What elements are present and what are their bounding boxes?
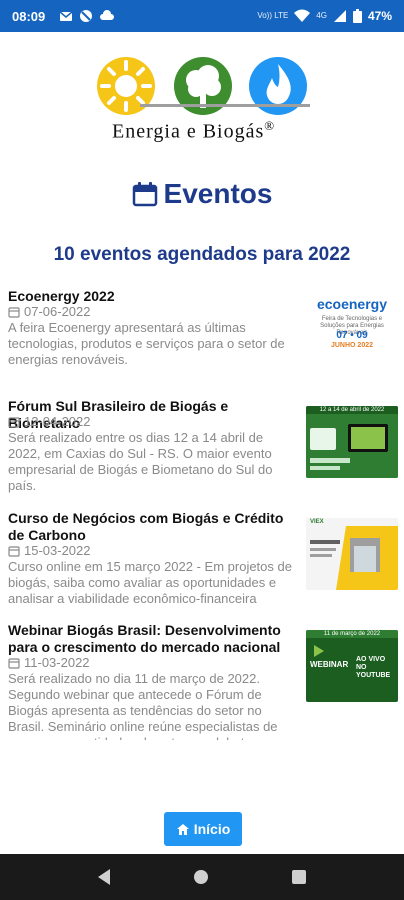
page-title: Eventos	[0, 178, 404, 210]
event-thumbnail[interactable]: ecoenergy Feira de Tecnologias e Soluçõe…	[306, 288, 398, 360]
calendar-outline-icon	[8, 416, 20, 428]
blocked-icon	[80, 10, 93, 22]
signal-label: 4G	[316, 11, 327, 20]
event-item-webinar[interactable]: Webinar Biogás Brasil: Desenvolvimento p…	[0, 620, 404, 740]
system-nav-bar	[0, 854, 404, 900]
thumb-band: 12 a 14 de abril de 2022	[306, 406, 398, 414]
thumb-dates: 07 • 09	[336, 330, 368, 341]
home-button[interactable]: Início	[164, 812, 242, 846]
thumb-brand: ecoenergy	[316, 296, 388, 312]
thumb-webinar-label: WEBINAR	[310, 660, 349, 669]
event-description: A feira Ecoenergy apresentará as últimas…	[8, 320, 285, 367]
event-list[interactable]: Ecoenergy 2022 07-06-2022 A feira Ecoene…	[0, 284, 404, 740]
network-label: Vo)) LTE	[257, 11, 289, 20]
signal-icon	[333, 10, 346, 22]
event-thumbnail[interactable]: VIEX	[306, 518, 398, 590]
logo-text: Energia e Biogás®	[112, 118, 276, 143]
gmail-icon	[59, 11, 73, 21]
back-icon[interactable]	[98, 869, 110, 885]
events-count-subtitle: 10 eventos agendados para 2022	[53, 244, 351, 265]
event-description: Será realizado entre os dias 12 a 14 abr…	[8, 430, 273, 493]
event-date: 07-06-2022	[8, 304, 91, 319]
calendar-outline-icon	[8, 545, 20, 557]
event-title[interactable]: Curso de Negócios com Biogás e Crédito d…	[8, 510, 298, 544]
thumb-graphic	[306, 526, 398, 590]
thumb-band: 11 de março de 2022	[306, 630, 398, 638]
page-title-text: Eventos	[163, 178, 273, 209]
event-title[interactable]: Webinar Biogás Brasil: Desenvolvimento p…	[8, 622, 298, 656]
thumb-live-label: AO VIVO NO YOUTUBE	[356, 656, 391, 679]
calendar-icon	[132, 182, 157, 207]
thumb-band: VIEX	[310, 519, 324, 525]
event-date: 11-03-2022	[8, 655, 90, 670]
event-item-forum-sul[interactable]: Fórum Sul Brasileiro de Biogás e Biometa…	[0, 396, 404, 496]
event-title[interactable]: Ecoenergy 2022	[8, 288, 298, 305]
event-description: Curso online em 15 março 2022 - Em proje…	[8, 559, 292, 606]
logo-graphic	[97, 57, 307, 115]
logo-divider	[140, 104, 310, 107]
wifi-icon	[294, 9, 311, 22]
event-thumbnail[interactable]: 12 a 14 de abril de 2022	[306, 406, 398, 478]
home-button-label: Início	[193, 821, 231, 837]
app-logo: Energia e Biogás®	[0, 50, 404, 150]
calendar-outline-icon	[8, 657, 20, 669]
status-bar: 08:09 Vo)) LTE 4G 47%	[0, 0, 404, 32]
event-item-curso-negocios[interactable]: Curso de Negócios com Biogás e Crédito d…	[0, 508, 404, 608]
calendar-outline-icon	[8, 306, 20, 318]
thumb-month: JUNHO 2022	[330, 342, 374, 349]
event-date: 15-03-2022	[8, 543, 91, 558]
event-thumbnail[interactable]: 11 de março de 2022 WEBINAR AO VIVO NO Y…	[306, 630, 398, 702]
event-item-ecoenergy[interactable]: Ecoenergy 2022 07-06-2022 A feira Ecoene…	[0, 284, 404, 384]
status-time: 08:09	[12, 8, 46, 24]
event-date: 12-04-2022	[8, 414, 91, 429]
home-icon	[176, 823, 189, 835]
recent-apps-icon[interactable]	[292, 870, 306, 884]
home-circle-icon[interactable]	[194, 870, 208, 884]
cloud-icon	[100, 10, 115, 20]
thumb-graphic	[306, 414, 398, 478]
event-description: Será realizado no dia 11 de março de 202…	[8, 671, 278, 740]
battery-percent: 47%	[367, 9, 392, 23]
play-icon	[314, 645, 324, 657]
battery-icon	[352, 9, 362, 23]
